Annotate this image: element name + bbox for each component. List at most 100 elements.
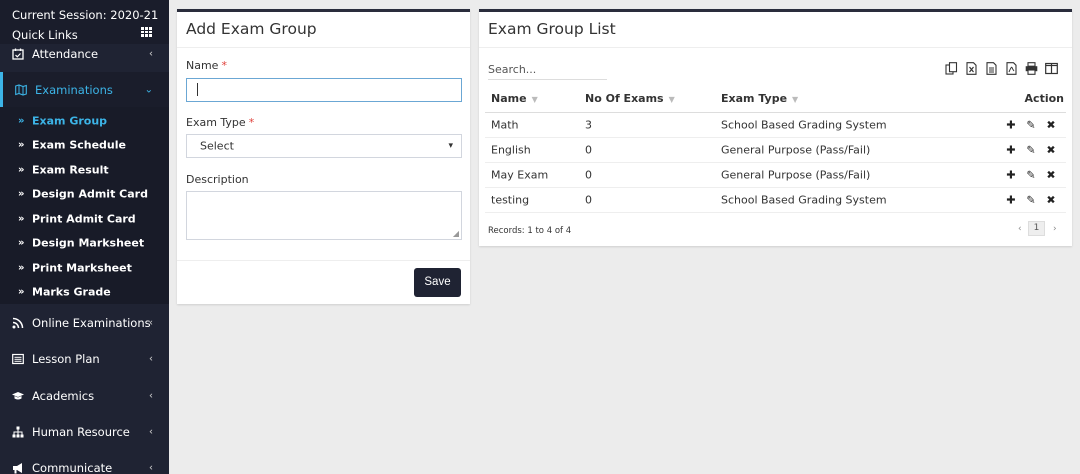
- submenu-item-label: Marks Grade: [32, 285, 111, 299]
- records-info: Records: 1 to 4 of 4: [488, 226, 572, 236]
- close-icon[interactable]: ✖: [1046, 169, 1056, 182]
- plus-icon[interactable]: ✚: [1006, 144, 1016, 157]
- double-angle-right-icon: »: [18, 115, 25, 127]
- table-row: Math 3 School Based Grading System ✚ ✎ ✖: [485, 113, 1066, 138]
- pencil-icon[interactable]: ✎: [1026, 144, 1036, 157]
- copy-icon[interactable]: [945, 62, 958, 75]
- csv-file-icon[interactable]: [985, 62, 998, 75]
- chevron-left-icon: ‹: [149, 48, 153, 60]
- submenu-item-print-admit-card[interactable]: » Print Admit Card: [0, 207, 169, 231]
- print-icon[interactable]: [1025, 62, 1038, 75]
- column-header-no-of-exams[interactable]: No Of Exams ▼: [585, 92, 675, 105]
- name-input[interactable]: [186, 78, 462, 102]
- double-angle-right-icon: »: [18, 213, 25, 225]
- cell-name: Math: [491, 118, 519, 132]
- cell-exams: 3: [585, 118, 592, 132]
- resize-grip-icon[interactable]: ◢: [453, 229, 459, 238]
- cell-type: School Based Grading System: [721, 193, 887, 207]
- chevron-down-icon: ⌄: [144, 84, 153, 96]
- list-alt-icon: [12, 353, 24, 365]
- search-placeholder: Search...: [488, 63, 537, 76]
- submenu-item-marks-grade[interactable]: » Marks Grade: [0, 280, 169, 304]
- chevron-left-icon: ‹: [149, 462, 153, 474]
- chevron-left-icon: ‹: [149, 317, 153, 329]
- save-button[interactable]: Save: [414, 268, 461, 297]
- cell-exams: 0: [585, 143, 592, 157]
- sort-icon: ▼: [792, 95, 799, 104]
- submenu-item-exam-schedule[interactable]: » Exam Schedule: [0, 133, 169, 157]
- chevron-left-icon: ‹: [149, 390, 153, 402]
- exam-type-selected-value: Select: [200, 139, 234, 153]
- submenu-item-print-marksheet[interactable]: » Print Marksheet: [0, 256, 169, 280]
- description-textarea[interactable]: ◢: [186, 191, 462, 240]
- examinations-submenu: » Exam Group » Exam Schedule » Exam Result …: [0, 107, 169, 304]
- submenu-item-exam-result[interactable]: » Exam Result: [0, 158, 169, 182]
- pencil-icon[interactable]: ✎: [1026, 169, 1036, 182]
- column-header-label: Name: [491, 92, 527, 105]
- column-header-name[interactable]: Name ▼: [491, 92, 538, 105]
- double-angle-right-icon: »: [18, 262, 25, 274]
- pencil-icon[interactable]: ✎: [1026, 194, 1036, 207]
- double-angle-right-icon: »: [18, 188, 25, 200]
- plus-icon[interactable]: ✚: [1006, 119, 1016, 132]
- exam-type-label: Exam Type *: [186, 116, 254, 129]
- sort-icon: ▼: [531, 95, 538, 104]
- double-angle-right-icon: »: [18, 286, 25, 298]
- pagination: ‹ 1 ›: [1018, 221, 1064, 237]
- sidebar-item-academics[interactable]: Academics ‹: [0, 378, 169, 414]
- columns-icon[interactable]: [1045, 62, 1058, 75]
- pencil-icon[interactable]: ✎: [1026, 119, 1036, 132]
- submenu-item-label: Design Marksheet: [32, 236, 145, 250]
- cell-name: May Exam: [491, 168, 549, 182]
- sidebar-item-label: Human Resource: [32, 425, 130, 439]
- cell-exams: 0: [585, 193, 592, 207]
- sidebar-item-human-resource[interactable]: Human Resource ‹: [0, 414, 169, 450]
- sidebar-item-lesson-plan[interactable]: Lesson Plan ‹: [0, 341, 169, 377]
- submenu-item-label: Exam Result: [32, 163, 109, 177]
- sidebar-item-label: Online Examinations: [32, 316, 151, 330]
- table-row: English 0 General Purpose (Pass/Fail) ✚ …: [485, 138, 1066, 163]
- calendar-check-icon: [12, 48, 24, 60]
- column-header-exam-type[interactable]: Exam Type ▼: [721, 92, 798, 105]
- submenu-item-design-admit-card[interactable]: » Design Admit Card: [0, 182, 169, 206]
- chevron-left-icon: ‹: [149, 426, 153, 438]
- submenu-item-exam-group[interactable]: » Exam Group: [0, 109, 169, 133]
- cell-type: General Purpose (Pass/Fail): [721, 143, 871, 157]
- plus-icon[interactable]: ✚: [1006, 169, 1016, 182]
- excel-icon[interactable]: [965, 62, 978, 75]
- cell-type: School Based Grading System: [721, 118, 887, 132]
- panel-title: Add Exam Group: [186, 20, 317, 38]
- sidebar-item-communicate[interactable]: Communicate ‹: [0, 450, 169, 474]
- double-angle-right-icon: »: [18, 237, 25, 249]
- exam-type-select[interactable]: Select ▾: [186, 134, 462, 158]
- divider: [177, 47, 470, 48]
- previous-page-icon[interactable]: ‹: [1018, 224, 1022, 234]
- close-icon[interactable]: ✖: [1046, 119, 1056, 132]
- table-row: testing 0 School Based Grading System ✚ …: [485, 188, 1066, 213]
- bullhorn-icon: [13, 463, 22, 474]
- cell-type: General Purpose (Pass/Fail): [721, 168, 871, 182]
- submenu-item-label: Exam Schedule: [32, 138, 126, 152]
- quick-links-grid-icon[interactable]: [141, 27, 152, 37]
- column-header-action: Action: [1024, 92, 1064, 105]
- plus-icon[interactable]: ✚: [1006, 194, 1016, 207]
- search-input[interactable]: Search...: [488, 62, 607, 80]
- double-angle-right-icon: »: [18, 164, 25, 176]
- close-icon[interactable]: ✖: [1046, 194, 1056, 207]
- sidebar-item-label: Communicate: [32, 461, 113, 474]
- sidebar-item-examinations[interactable]: Examinations ⌄: [0, 72, 169, 108]
- required-marker: *: [248, 116, 255, 129]
- page-number-button[interactable]: 1: [1028, 221, 1045, 236]
- description-label: Description: [186, 173, 249, 186]
- sidebar-item-label: Examinations: [35, 83, 113, 97]
- next-page-icon[interactable]: ›: [1053, 224, 1057, 234]
- close-icon[interactable]: ✖: [1046, 144, 1056, 157]
- sidebar-item-label: Lesson Plan: [32, 352, 100, 366]
- submenu-item-design-marksheet[interactable]: » Design Marksheet: [0, 231, 169, 255]
- rss-icon: [12, 317, 24, 329]
- current-session: Current Session: 2020-21: [12, 8, 159, 22]
- pdf-icon[interactable]: [1005, 62, 1018, 75]
- divider: [479, 47, 1072, 48]
- sidebar-item-online-examinations[interactable]: Online Examinations ‹: [0, 305, 169, 341]
- double-angle-right-icon: »: [18, 139, 25, 151]
